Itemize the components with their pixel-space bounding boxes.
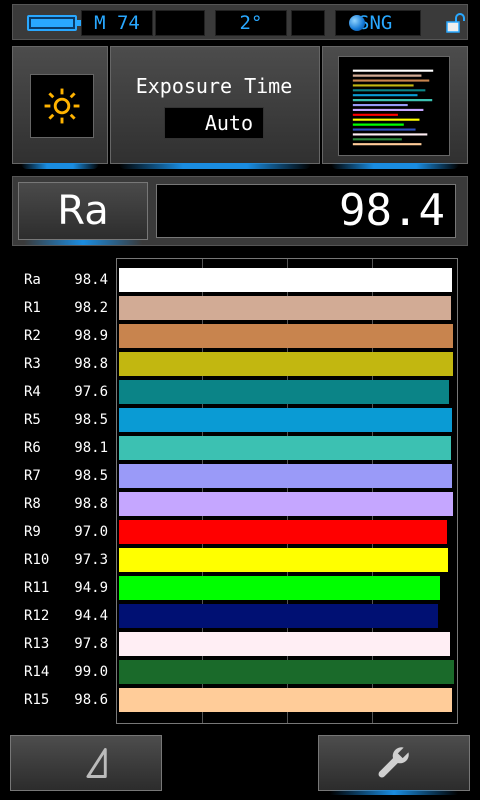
battery-icon — [27, 15, 81, 31]
bar-r3 — [119, 352, 453, 376]
spectrum-thumbnail — [338, 56, 450, 156]
bar-r7 — [119, 464, 452, 488]
status-dot-icon — [349, 15, 365, 31]
bar-r5 — [119, 408, 452, 432]
exposure-value: Auto — [164, 107, 264, 139]
bar-r8 — [119, 492, 453, 516]
ra-label[interactable]: Ra — [18, 182, 148, 240]
ra-value: 98.4 — [156, 184, 456, 238]
bar-r6 — [119, 436, 451, 460]
bar-r11 — [119, 576, 440, 600]
bar-r9 — [119, 520, 447, 544]
settings-button[interactable] — [318, 735, 470, 791]
bar-r13 — [119, 632, 450, 656]
settings-highlight — [330, 790, 458, 795]
status-bar: M 74 2° SNG — [12, 4, 468, 40]
triangle-icon — [86, 748, 107, 778]
chart-plot-area — [116, 258, 458, 724]
sun-icon-box[interactable] — [30, 74, 94, 138]
bar-r12 — [119, 604, 438, 628]
wrench-icon — [378, 747, 409, 778]
bar-r10 — [119, 548, 448, 572]
status-empty-slot-2 — [291, 10, 325, 36]
lock-open-icon[interactable] — [445, 13, 467, 33]
bar-r1 — [119, 296, 451, 320]
mode-indicator[interactable]: M 74 — [81, 10, 153, 36]
exposure-panel[interactable] — [110, 46, 320, 169]
sun-icon — [44, 88, 80, 124]
bar-r15 — [119, 688, 452, 712]
angle-indicator[interactable]: 2° — [215, 10, 287, 36]
bar-ra — [119, 268, 452, 292]
bar-r14 — [119, 660, 454, 684]
ra-label-highlight — [24, 240, 142, 245]
bar-r2 — [119, 324, 453, 348]
measure-type-indicator[interactable]: SNG — [335, 10, 421, 36]
status-empty-slot-1 — [155, 10, 205, 36]
back-button[interactable] — [10, 735, 162, 791]
bar-r4 — [119, 380, 449, 404]
exposure-label: Exposure Time — [135, 74, 293, 98]
